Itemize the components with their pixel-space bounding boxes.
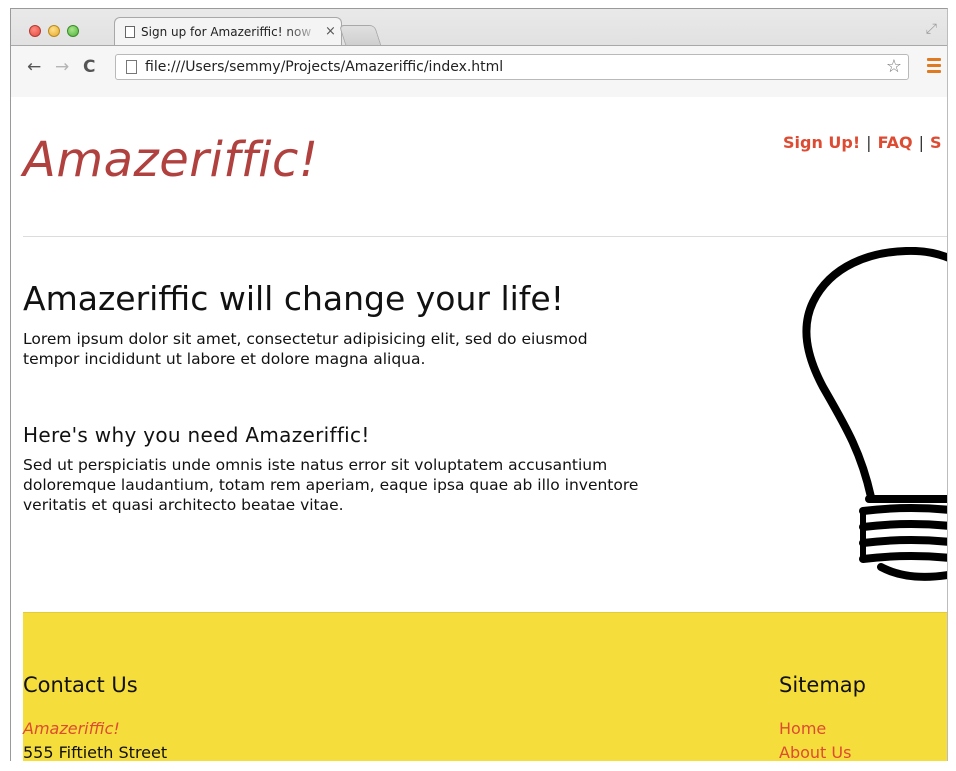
top-navigation: Sign Up! | FAQ | S <box>783 133 942 152</box>
contact-address: 555 Fiftieth Street <box>23 743 168 761</box>
sitemap-link-home[interactable]: Home <box>779 719 826 738</box>
page-viewport: Amazeriffic! Sign Up! | FAQ | S Amazeriffic … <box>11 97 947 761</box>
back-arrow-icon[interactable]: ← <box>27 57 41 77</box>
lightbulb-icon <box>802 247 947 581</box>
window-controls <box>29 25 79 37</box>
sitemap-link-about[interactable]: About Us <box>779 743 851 761</box>
tab-close-icon[interactable]: × <box>325 24 336 39</box>
site-logo[interactable]: Amazeriffic! <box>23 132 319 188</box>
contact-heading: Contact Us <box>23 673 138 697</box>
nav-link-partial[interactable]: S <box>930 133 942 152</box>
header-divider <box>23 236 947 237</box>
new-tab-button[interactable] <box>338 25 382 45</box>
main-headline: Amazeriffic will change your life! <box>23 279 564 318</box>
page-icon <box>125 25 135 38</box>
intro-paragraph: Lorem ipsum dolor sit amet, consectetur … <box>23 330 588 368</box>
browser-window: Sign up for Amazeriffic! now × ⤢ ← → C f… <box>10 8 948 761</box>
hamburger-menu-icon[interactable] <box>927 58 941 76</box>
minimize-window-button[interactable] <box>48 25 60 37</box>
nav-link-faq[interactable]: FAQ <box>878 133 913 152</box>
zoom-window-button[interactable] <box>67 25 79 37</box>
browser-chrome: Sign up for Amazeriffic! now × ⤢ ← → C f… <box>11 9 947 98</box>
contact-company: Amazeriffic! <box>23 719 120 738</box>
nav-separator: | <box>866 133 872 152</box>
bookmark-star-icon[interactable]: ☆ <box>886 56 902 77</box>
reload-icon[interactable]: C <box>83 57 95 77</box>
why-paragraph: Sed ut perspiciatis unde omnis iste natu… <box>23 456 639 514</box>
fullscreen-icon[interactable]: ⤢ <box>926 21 937 37</box>
tab-title: Sign up for Amazeriffic! now <box>141 24 312 39</box>
browser-toolbar: ← → C file:///Users/semmy/Projects/Amaze… <box>11 45 947 98</box>
site-footer: Contact Us Amazeriffic! 555 Fiftieth Str… <box>23 612 947 761</box>
nav-separator: | <box>918 133 925 152</box>
close-window-button[interactable] <box>29 25 41 37</box>
nav-link-sign-up[interactable]: Sign Up! <box>783 133 860 152</box>
address-bar[interactable]: file:///Users/semmy/Projects/Amazeriffic… <box>115 54 909 80</box>
browser-tab[interactable]: Sign up for Amazeriffic! now × <box>114 17 342 45</box>
url-text[interactable]: file:///Users/semmy/Projects/Amazeriffic… <box>145 59 908 75</box>
sub-headline: Here's why you need Amazeriffic! <box>23 423 370 447</box>
sitemap-heading: Sitemap <box>779 673 866 697</box>
forward-arrow-icon[interactable]: → <box>55 57 69 77</box>
file-icon <box>126 60 137 74</box>
